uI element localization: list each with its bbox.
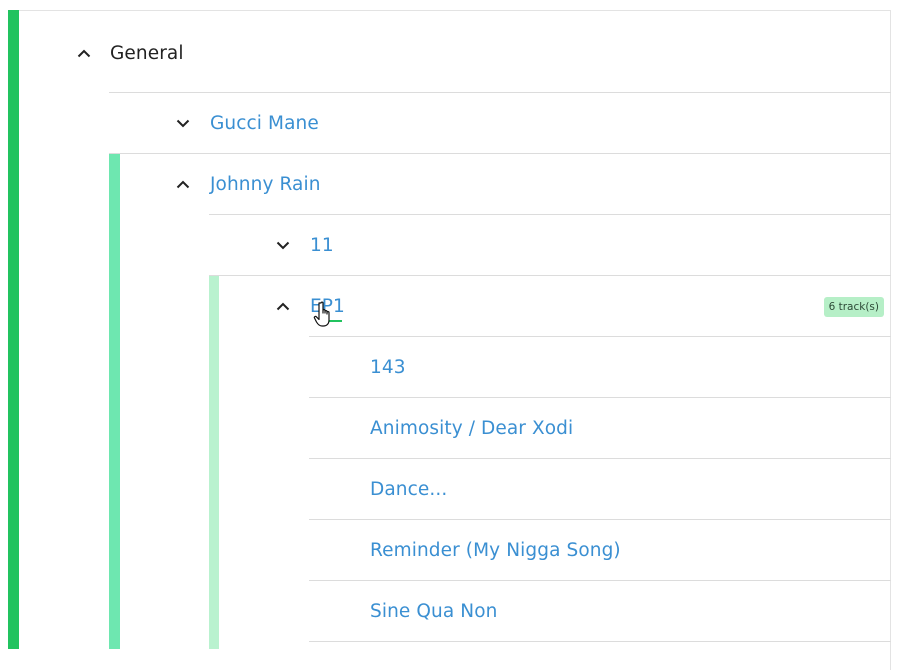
track-label[interactable]: Reminder (My Nigga Song) [370,540,621,561]
chevron-up-icon[interactable] [73,43,95,65]
tree-node-album-11[interactable]: 11 [219,215,891,276]
list-item-track[interactable]: 143 [309,337,891,398]
list-item-track[interactable]: Reminder (My Nigga Song) [309,520,891,581]
chevron-up-icon[interactable] [272,296,294,318]
track-label[interactable]: Dance... [370,479,447,500]
tree-node-label: General [110,43,184,64]
list-item-track[interactable]: Dance... [309,459,891,520]
list-item-track[interactable]: Animosity / Dear Xodi [309,398,891,459]
level2-indent-bar [109,153,120,649]
chevron-up-icon[interactable] [172,174,194,196]
list-item-track[interactable]: Sine Qua Non [309,581,891,642]
row-divider [309,641,891,642]
track-count-badge: 6 track(s) [823,296,884,317]
hand-cursor-icon [313,301,330,327]
track-label[interactable]: Sine Qua Non [370,601,497,622]
tree-node-label[interactable]: Gucci Mane [210,113,319,134]
level3-indent-bar [209,275,219,649]
chevron-down-icon[interactable] [272,235,294,257]
tree-node-johnny-rain[interactable]: Johnny Rain [120,154,891,215]
tree-node-gucci-mane[interactable]: Gucci Mane [120,93,891,154]
level1-indent-bar [8,10,19,649]
track-label[interactable]: 143 [370,357,406,378]
tree-node-label[interactable]: 11 [310,235,334,256]
track-label[interactable]: Animosity / Dear Xodi [370,418,573,439]
tree-node-label[interactable]: Johnny Rain [210,174,321,195]
chevron-down-icon[interactable] [172,113,194,135]
tree-node-general[interactable]: General [19,23,891,84]
